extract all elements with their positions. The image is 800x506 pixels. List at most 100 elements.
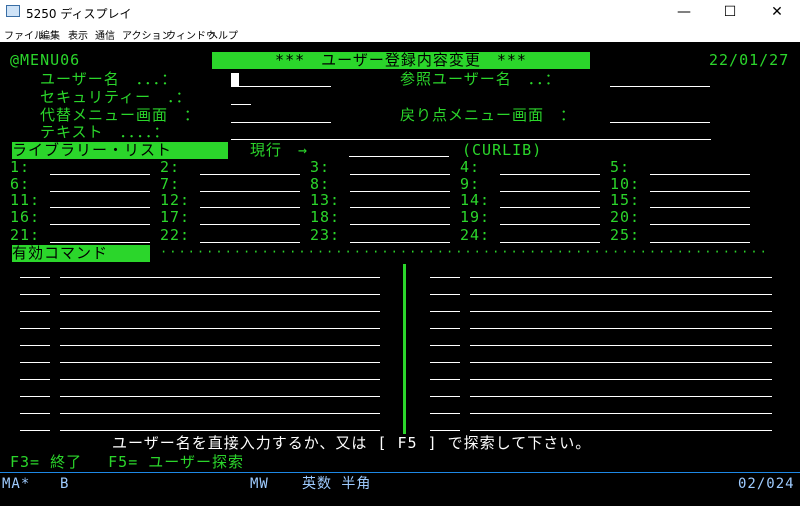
library-field[interactable]: [650, 224, 750, 225]
text-field[interactable]: [231, 139, 711, 140]
alt-menu-field[interactable]: [231, 122, 331, 123]
command-option-field[interactable]: [430, 328, 460, 329]
command-name-field[interactable]: [470, 430, 772, 431]
library-field[interactable]: [350, 191, 450, 192]
library-number: 2:: [160, 158, 181, 176]
library-field[interactable]: [500, 191, 600, 192]
command-name-field[interactable]: [60, 277, 380, 278]
command-option-field[interactable]: [430, 277, 460, 278]
library-field[interactable]: [50, 207, 150, 208]
library-field[interactable]: [500, 224, 600, 225]
library-number: 23:: [310, 226, 341, 244]
library-number: 22:: [160, 226, 191, 244]
command-option-field[interactable]: [20, 311, 50, 312]
library-field[interactable]: [50, 242, 150, 243]
ref-user-field[interactable]: [610, 86, 710, 87]
menu-edit[interactable]: 編集: [40, 27, 60, 42]
library-field[interactable]: [50, 224, 150, 225]
command-option-field[interactable]: [20, 294, 50, 295]
curlib-field[interactable]: [349, 156, 449, 157]
library-number: 18:: [310, 208, 341, 226]
minimize-button[interactable]: —: [661, 0, 707, 24]
library-field[interactable]: [350, 174, 450, 175]
command-option-field[interactable]: [20, 345, 50, 346]
command-option-field[interactable]: [430, 362, 460, 363]
library-field[interactable]: [50, 191, 150, 192]
commands-header: 有効コマンド: [12, 245, 150, 262]
function-keys: F3= 終了 F5= ユーザー探索: [10, 453, 244, 471]
command-name-field[interactable]: [470, 294, 772, 295]
status-input-mode: 英数 半角: [302, 476, 372, 492]
library-field[interactable]: [650, 207, 750, 208]
library-field[interactable]: [200, 242, 300, 243]
maximize-button[interactable]: ☐: [707, 0, 753, 24]
command-name-field[interactable]: [470, 396, 772, 397]
menu-file[interactable]: ファイル: [4, 27, 44, 42]
library-field[interactable]: [650, 242, 750, 243]
menu-communication[interactable]: 通信: [95, 27, 115, 42]
status-ma: MA*: [2, 476, 31, 492]
library-field[interactable]: [500, 207, 600, 208]
command-name-field[interactable]: [470, 277, 772, 278]
library-field[interactable]: [650, 174, 750, 175]
command-option-field[interactable]: [430, 396, 460, 397]
return-menu-field[interactable]: [610, 122, 710, 123]
library-field[interactable]: [350, 242, 450, 243]
library-field[interactable]: [200, 191, 300, 192]
library-field[interactable]: [350, 207, 450, 208]
security-field[interactable]: [231, 104, 251, 105]
label-alt-menu: 代替メニュー画面 ：: [40, 106, 201, 124]
command-name-field[interactable]: [60, 430, 380, 431]
command-option-field[interactable]: [430, 430, 460, 431]
command-option-field[interactable]: [20, 430, 50, 431]
library-number: 13:: [310, 191, 341, 209]
command-name-field[interactable]: [470, 379, 772, 380]
menu-id: @MENU06: [10, 51, 81, 69]
command-name-field[interactable]: [60, 345, 380, 346]
library-field[interactable]: [500, 242, 600, 243]
library-number: 24:: [460, 226, 491, 244]
command-name-field[interactable]: [470, 362, 772, 363]
menu-help[interactable]: ヘルプ: [208, 27, 238, 42]
close-button[interactable]: ✕: [754, 0, 800, 24]
command-name-field[interactable]: [470, 413, 772, 414]
library-number: 4:: [460, 158, 481, 176]
command-option-field[interactable]: [20, 413, 50, 414]
menu-bar: ファイル 編集 表示 通信 アクション ウィンドウ ヘルプ: [0, 24, 800, 43]
command-name-field[interactable]: [470, 311, 772, 312]
library-field[interactable]: [200, 224, 300, 225]
command-option-field[interactable]: [430, 311, 460, 312]
status-b: B: [60, 476, 70, 492]
library-field[interactable]: [50, 174, 150, 175]
user-name-field[interactable]: [231, 86, 331, 87]
command-option-field[interactable]: [20, 328, 50, 329]
command-name-field[interactable]: [470, 328, 772, 329]
command-name-field[interactable]: [60, 311, 380, 312]
library-number: 12:: [160, 191, 191, 209]
library-field[interactable]: [500, 174, 600, 175]
command-name-field[interactable]: [60, 362, 380, 363]
library-field[interactable]: [200, 207, 300, 208]
command-name-field[interactable]: [470, 345, 772, 346]
command-name-field[interactable]: [60, 328, 380, 329]
library-number: 3:: [310, 158, 331, 176]
command-name-field[interactable]: [60, 413, 380, 414]
library-field[interactable]: [650, 191, 750, 192]
command-option-field[interactable]: [20, 277, 50, 278]
menu-view[interactable]: 表示: [68, 27, 88, 42]
label-user-name: ユーザー名 ．．．：: [40, 70, 178, 88]
command-option-field[interactable]: [430, 294, 460, 295]
library-field[interactable]: [350, 224, 450, 225]
command-option-field[interactable]: [20, 396, 50, 397]
command-name-field[interactable]: [60, 294, 380, 295]
command-name-field[interactable]: [60, 396, 380, 397]
command-option-field[interactable]: [430, 413, 460, 414]
command-option-field[interactable]: [20, 379, 50, 380]
library-number: 17:: [160, 208, 191, 226]
menu-action[interactable]: アクション: [122, 27, 172, 42]
command-name-field[interactable]: [60, 379, 380, 380]
library-field[interactable]: [200, 174, 300, 175]
command-option-field[interactable]: [430, 379, 460, 380]
command-option-field[interactable]: [20, 362, 50, 363]
command-option-field[interactable]: [430, 345, 460, 346]
